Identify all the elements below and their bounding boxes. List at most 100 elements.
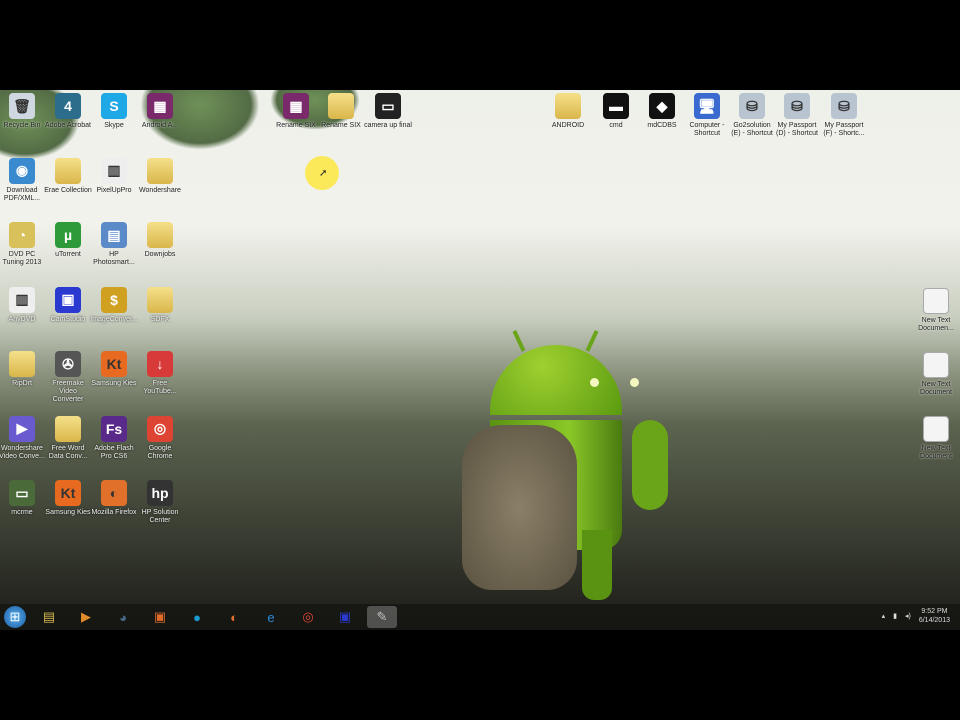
desktop-icon[interactable]: S Skype — [90, 93, 138, 130]
network-icon[interactable]: ▮ — [893, 612, 897, 620]
desktop-icon[interactable]: ▣ CamStudio — [44, 286, 92, 324]
app-icon — [328, 93, 354, 119]
icon-label: Download PDF/XML... — [3, 186, 41, 202]
icon-label: Free YouTube... — [143, 380, 177, 395]
icon-label: New Text Document — [920, 381, 952, 396]
desktop-icon[interactable]: ▥ PixelUpPro — [90, 157, 138, 195]
desktop-icon[interactable]: New Text Documen... — [912, 288, 960, 333]
desktop-icon[interactable]: µ uTorrent — [44, 222, 92, 259]
app-icon — [923, 416, 949, 442]
desktop-icon[interactable]: Fs Adobe Flash Pro CS6 — [90, 415, 138, 461]
desktop-icon[interactable]: ▬ cmd — [592, 93, 640, 130]
desktop-icon[interactable]: ◉ Download PDF/XML... — [0, 157, 46, 203]
mouse-cursor: ➚ — [305, 156, 339, 190]
app-icon: ◎ — [147, 415, 173, 442]
android-mascot — [462, 330, 672, 610]
desktop-icon[interactable]: ◐ Mozilla Firefox — [90, 480, 138, 517]
icon-label: SDFX — [150, 315, 170, 323]
app-icon — [555, 93, 581, 119]
app-icon: µ — [55, 222, 81, 248]
desktop-icon[interactable]: RipDrt — [0, 351, 46, 388]
icon-label: New Text Documen... — [918, 317, 954, 332]
app-icon: ▭ — [375, 93, 401, 119]
desktop-icon[interactable]: ▦ Android A... — [136, 93, 184, 130]
desktop-icon[interactable]: ↓ Free YouTube... — [136, 351, 184, 396]
desktop-icon[interactable]: ▶ Wondershare Video Conve... — [0, 415, 46, 461]
icon-label: AnyDVD — [8, 315, 36, 323]
icon-label: cmd — [609, 122, 623, 129]
icon-label: ANDROID — [551, 122, 585, 129]
desktop-icon[interactable]: 4 Adobe Acrobat — [44, 93, 92, 130]
taskbar-camstudio-icon[interactable]: ▣ — [330, 606, 360, 628]
app-icon: ▬ — [603, 93, 629, 119]
icon-label: Erae Collection — [44, 186, 92, 194]
app-icon — [55, 415, 81, 442]
taskbar-internet-explorer-icon[interactable]: e — [256, 606, 286, 628]
desktop-icon[interactable]: New Text Document — [912, 352, 960, 397]
desktop-icon[interactable]: hp HP Solution Center — [136, 480, 184, 525]
desktop-icon[interactable]: Free Word Data Conv... — [44, 415, 92, 461]
app-icon: ◆ — [649, 93, 675, 119]
desktop-icon[interactable]: ✇ Freemake Video Converter — [44, 351, 92, 404]
app-icon — [147, 222, 173, 248]
icon-label: Wondershare Video Conve... — [0, 444, 45, 460]
app-icon: ▤ — [101, 222, 127, 248]
taskbar-media-player-icon[interactable]: ▶ — [71, 606, 101, 628]
desktop-icon[interactable]: Kt Samsung Kies — [44, 480, 92, 517]
desktop-icon[interactable]: Rename SIX — [317, 93, 365, 130]
desktop-icon[interactable]: SDFX — [136, 286, 184, 324]
icon-label: HP Solution Center — [141, 509, 179, 524]
taskbar-app3-icon[interactable]: ● — [182, 606, 212, 628]
app-icon — [147, 157, 173, 184]
app-icon: 🗑 — [9, 93, 35, 119]
desktop-icon[interactable]: ▤ HP Photosmart... — [90, 222, 138, 267]
taskbar-explorer-icon[interactable]: ▤ — [34, 606, 64, 628]
desktop-icon[interactable]: ⛁ My Passport (D) - Shortcut — [773, 93, 821, 138]
desktop-icon[interactable]: 🖥 Computer - Shortcut — [683, 93, 731, 138]
icon-label: HP Photosmart... — [93, 251, 135, 266]
desktop-icon[interactable]: ▭ mcrme — [0, 480, 46, 517]
desktop-icon[interactable]: $ ImageConver... — [90, 286, 138, 324]
taskbar-app2-icon[interactable]: ▣ — [145, 606, 175, 628]
icon-label: Mozilla Firefox — [91, 509, 137, 516]
desktop-icon[interactable]: Erae Collection — [44, 157, 92, 195]
desktop-icon[interactable]: ▭ camera up final — [364, 93, 412, 130]
desktop-icon[interactable]: ⛁ My Passport (F) - Shortc... — [820, 93, 868, 138]
icon-label: ImageConver... — [90, 315, 138, 323]
desktop-icon[interactable]: ▦ Rename SIX — [272, 93, 320, 130]
show-hidden-icons[interactable]: ▴ — [882, 612, 886, 620]
app-icon: ◔ — [9, 222, 35, 248]
icon-label: PixelUpPro — [96, 186, 132, 194]
desktop-icon[interactable]: ANDROID — [544, 93, 592, 130]
desktop-icon[interactable]: Downjobs — [136, 222, 184, 259]
app-icon: S — [101, 93, 127, 119]
desktop-icon[interactable]: ◔ DVD PC Tuning 2013 — [0, 222, 46, 267]
icon-label: Downjobs — [144, 251, 176, 258]
desktop-icon[interactable]: 🗑 Recycle Bin — [0, 93, 46, 130]
start-button[interactable]: ⊞ — [4, 606, 26, 628]
app-icon — [55, 157, 81, 184]
clock[interactable]: 9:52 PM 6/14/2013 — [919, 607, 950, 625]
desktop-icon[interactable]: ⛁ Go2solution (E) - Shortcut — [728, 93, 776, 138]
icon-label: Recycle Bin — [3, 122, 41, 129]
app-icon: ⛁ — [784, 93, 810, 119]
taskbar-app-icon[interactable]: ◕ — [108, 606, 138, 628]
taskbar-firefox-icon[interactable]: ◐ — [219, 606, 249, 628]
desktop-icon[interactable]: Wondershare — [136, 157, 184, 195]
icon-label: My Passport (F) - Shortc... — [823, 122, 865, 137]
desktop[interactable]: 🗑 Recycle Bin 4 Adobe Acrobat S Skype ▦ Android… — [0, 90, 960, 630]
icon-label: uTorrent — [55, 251, 81, 258]
desktop-icon[interactable]: ▥ AnyDVD — [0, 286, 46, 324]
volume-icon[interactable]: ◂) — [905, 612, 911, 620]
app-icon: Fs — [101, 415, 127, 442]
desktop-icon[interactable]: New Text Document — [912, 416, 960, 461]
icon-label: Adobe Flash Pro CS6 — [94, 444, 134, 460]
desktop-icon[interactable]: ◆ mdCDBS — [638, 93, 686, 130]
taskbar-chrome-icon[interactable]: ◎ — [293, 606, 323, 628]
taskbar-paint-icon[interactable]: ✎ — [367, 606, 397, 628]
app-icon: ⛁ — [831, 93, 857, 119]
desktop-icon[interactable]: ◎ Google Chrome — [136, 415, 184, 461]
desktop-icon[interactable]: Kt Samsung Kies — [90, 351, 138, 388]
app-icon — [923, 288, 949, 314]
taskbar: ⊞ ▤ ▶ ◕ ▣ ● ◐ e ◎ ▣ ✎ ▴ ▮ ◂) 9:52 PM 6/14/2013 — [0, 604, 960, 630]
